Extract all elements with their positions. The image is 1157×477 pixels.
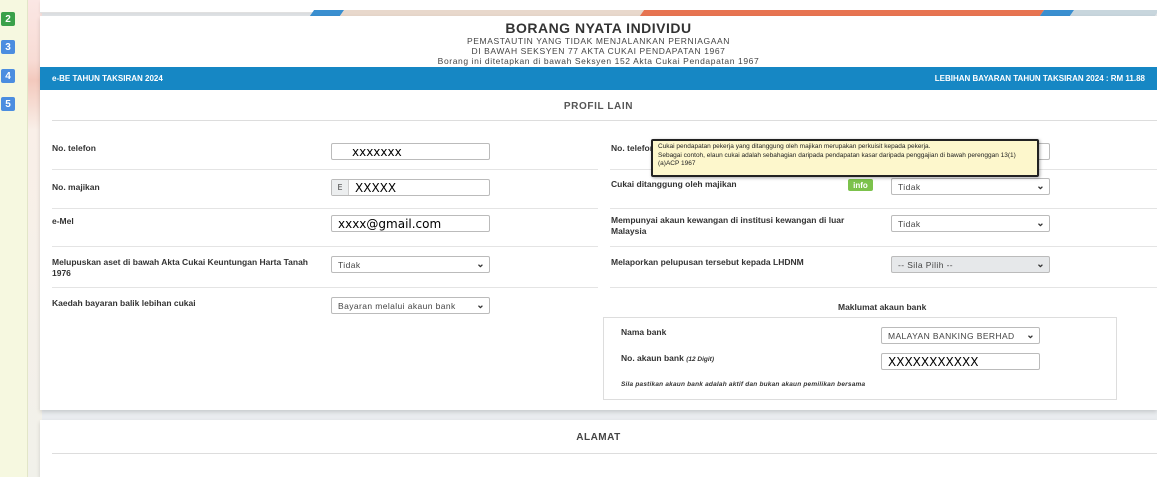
chevron-down-icon: ⌄ — [1036, 181, 1045, 192]
phone-input[interactable]: xxxxxxx — [331, 143, 490, 160]
bank-note: Sila pastikan akaun bank adalah aktif da… — [621, 381, 866, 388]
employer-number-value: XXXXX — [355, 180, 397, 195]
form-card: BORANG NYATA INDIVIDU PEMASTAUTIN YANG T… — [40, 16, 1157, 410]
bank-name-label: Nama bank — [621, 327, 667, 337]
step-3-badge[interactable]: 3 — [1, 40, 15, 54]
employer-number-input[interactable]: E XXXXX — [331, 179, 490, 196]
refund-method-label: Kaedah bayaran balik lebihan cukai — [52, 298, 196, 308]
step-2-badge[interactable]: 2 — [1, 12, 15, 26]
report-disposal-value: -- Sila Pilih -- — [898, 259, 954, 270]
form-header: BORANG NYATA INDIVIDU PEMASTAUTIN YANG T… — [40, 16, 1157, 66]
step-rail: 2 3 4 5 — [0, 0, 28, 477]
form-title: BORANG NYATA INDIVIDU — [505, 20, 692, 36]
assessment-year-label: e-BE TAHUN TAKSIRAN 2024 — [52, 74, 163, 83]
tooltip-line-2: Sebagai contoh, elaun cukai adalah sebah… — [658, 151, 1016, 168]
divider — [610, 287, 1157, 288]
info-badge[interactable]: info — [848, 179, 873, 191]
bank-account-hint: (12 Digit) — [686, 356, 715, 363]
foreign-account-value: Tidak — [898, 218, 921, 229]
chevron-down-icon: ⌄ — [476, 300, 485, 311]
step-5-badge[interactable]: 5 — [1, 97, 15, 111]
tax-borne-value: Tidak — [898, 181, 921, 192]
asset-disposal-select[interactable]: Tidak ⌄ — [331, 256, 490, 273]
bank-section-title: Maklumat akaun bank — [838, 302, 927, 312]
section-title: PROFIL LAIN — [563, 101, 634, 112]
divider — [52, 453, 1157, 454]
email-label: e-Mel — [52, 216, 74, 226]
info-tooltip: Cukai pendapatan pekerja yang ditanggung… — [651, 139, 1039, 177]
bank-account-label: No. akaun bank (12 Digit) — [621, 353, 714, 365]
bank-name-value: MALAYAN BANKING BERHAD — [888, 330, 1015, 341]
foreign-account-select[interactable]: Tidak ⌄ — [891, 215, 1050, 232]
phone2-label: No. telefon — [611, 143, 655, 153]
divider — [610, 208, 1157, 209]
form-subtitle-2: DI BAWAH SEKSYEN 77 AKTA CUKAI PENDAPATA… — [471, 46, 726, 56]
refund-method-value: Bayaran melalui akaun bank — [338, 300, 456, 311]
refund-method-select[interactable]: Bayaran melalui akaun bank ⌄ — [331, 297, 490, 314]
foreign-account-label: Mempunyai akaun kewangan di institusi ke… — [611, 215, 845, 236]
email-input[interactable]: xxxx@gmail.com — [331, 215, 490, 232]
divider — [610, 246, 1157, 247]
step-4-badge[interactable]: 4 — [1, 69, 15, 83]
chevron-down-icon: ⌄ — [1036, 259, 1045, 270]
divider — [52, 287, 598, 288]
asset-disposal-value: Tidak — [338, 259, 361, 270]
tooltip-line-1: Cukai pendapatan pekerja yang ditanggung… — [658, 143, 931, 150]
divider — [52, 169, 598, 170]
employer-label: No. majikan — [52, 182, 100, 192]
chevron-down-icon: ⌄ — [1036, 218, 1045, 229]
employer-prefix: E — [332, 180, 349, 195]
tax-borne-select[interactable]: Tidak ⌄ — [891, 178, 1050, 195]
divider — [52, 208, 598, 209]
address-section-title: ALAMAT — [576, 432, 621, 443]
divider — [52, 246, 598, 247]
info-bar: e-BE TAHUN TAKSIRAN 2024 LEBIHAN BAYARAN… — [40, 67, 1157, 90]
overpayment-label: LEBIHAN BAYARAN TAHUN TAKSIRAN 2024 : RM… — [934, 74, 1145, 83]
divider — [52, 120, 1157, 121]
chevron-down-icon: ⌄ — [476, 259, 485, 270]
form-subtitle-3: Borang ini ditetapkan di bawah Seksyen 1… — [437, 56, 760, 66]
phone-label: No. telefon — [52, 143, 96, 153]
chevron-down-icon: ⌄ — [1026, 330, 1035, 341]
tax-borne-label: Cukai ditanggung oleh majikan — [611, 179, 737, 189]
report-disposal-select[interactable]: -- Sila Pilih -- ⌄ — [891, 256, 1050, 273]
asset-disposal-label: Melupuskan aset di bawah Akta Cukai Keun… — [52, 257, 308, 278]
form-subtitle-1: PEMASTAUTIN YANG TIDAK MENJALANKAN PERNI… — [466, 36, 730, 46]
bank-name-select[interactable]: MALAYAN BANKING BERHAD ⌄ — [881, 327, 1040, 344]
bank-account-label-text: No. akaun bank — [621, 353, 684, 363]
report-disposal-label: Melaporkan pelupusan tersebut kepada LHD… — [611, 257, 804, 267]
address-card: ALAMAT — [40, 420, 1157, 477]
bank-account-input[interactable]: XXXXXXXXXXX — [881, 353, 1040, 370]
